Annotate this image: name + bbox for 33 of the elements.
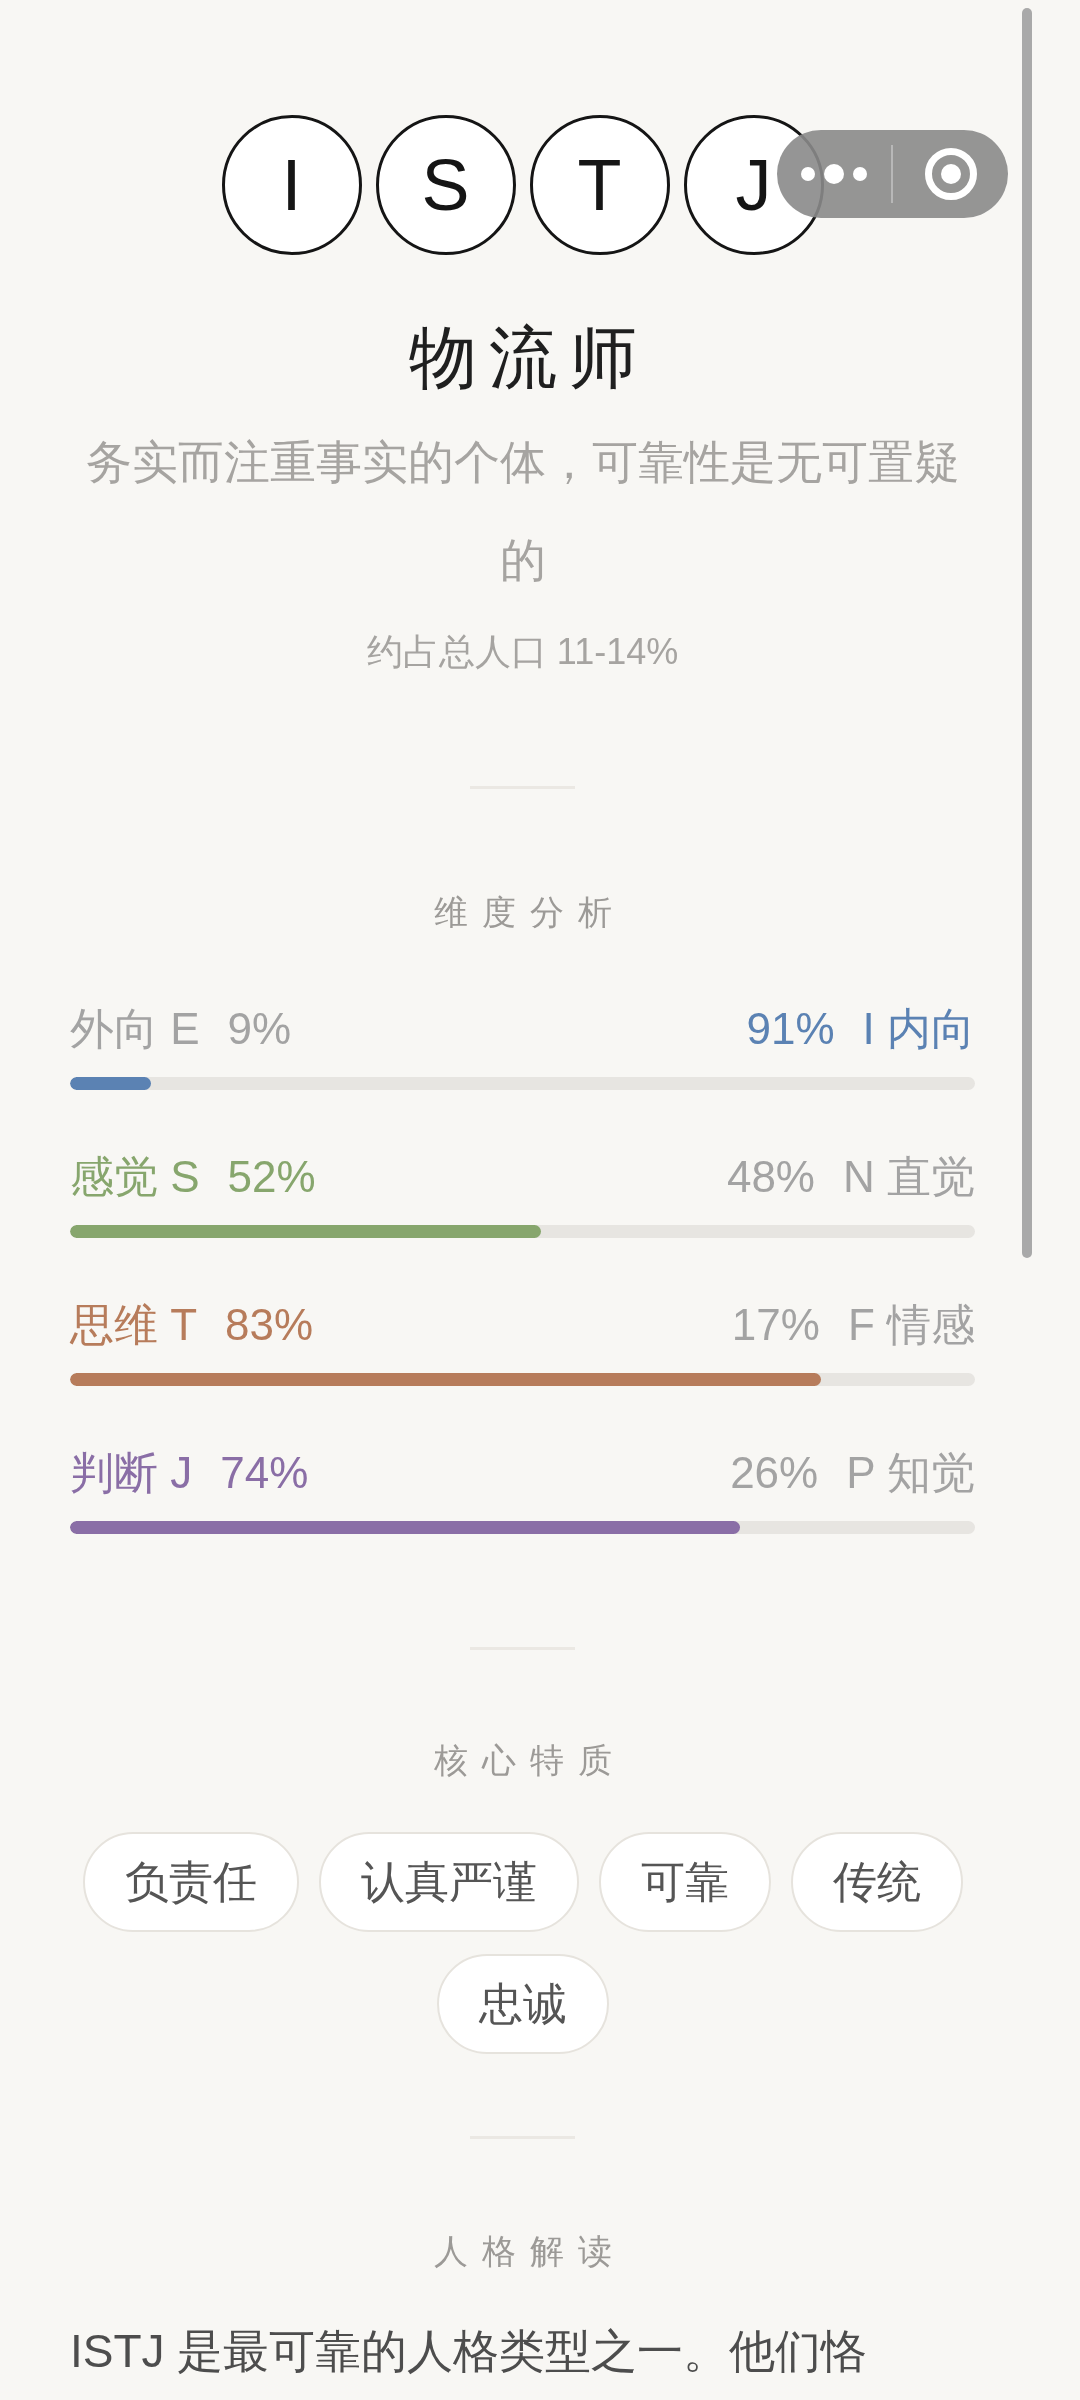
section-heading: 人格解读	[432, 2231, 626, 2272]
trait-label: P 知觉	[846, 1447, 975, 1499]
trait-tag: 忠诚	[436, 1954, 609, 2054]
type-letter: S	[375, 115, 516, 255]
trait-label: 感觉 S	[70, 1151, 200, 1203]
trait-percent: 17%	[731, 1299, 820, 1351]
trait-percent: 52%	[227, 1151, 316, 1203]
trait-tag: 传统	[790, 1832, 963, 1932]
interpretation-text: ISTJ 是最可靠的人格类型之一。他们恪	[70, 2324, 869, 2379]
trait-label: N 直觉	[843, 1151, 975, 1203]
trait-label: 外向 E	[70, 1003, 200, 1055]
trait-label: 判断 J	[70, 1447, 193, 1499]
trait-percent: 9%	[227, 1003, 292, 1055]
trait-tag: 可靠	[598, 1832, 771, 1932]
trait-label: F 情感	[847, 1299, 975, 1351]
trait-tag: 认真严谨	[318, 1832, 579, 1932]
trait-tag: 负责任	[82, 1832, 299, 1932]
trait-percent: 74%	[220, 1447, 309, 1499]
type-subtitle: 务实而注重事实的个体，可靠性是无可置疑的	[84, 435, 961, 588]
type-letter: I	[221, 115, 362, 255]
more-icon	[800, 164, 868, 184]
trait-percent: 26%	[730, 1447, 819, 1499]
population-text: 约占总人口 11-14%	[366, 630, 679, 674]
trait-percent: 91%	[746, 1003, 835, 1055]
target-icon	[924, 148, 977, 200]
section-heading: 核心特质	[432, 1740, 626, 1781]
trait-label: 思维 T	[70, 1299, 198, 1351]
type-letter: T	[529, 115, 670, 255]
section-heading: 维度分析	[432, 892, 626, 933]
trait-percent: 48%	[726, 1151, 815, 1203]
type-title: 物流师	[407, 318, 649, 397]
trait-label: I 内向	[862, 1003, 975, 1055]
trait-percent: 83%	[225, 1299, 314, 1351]
